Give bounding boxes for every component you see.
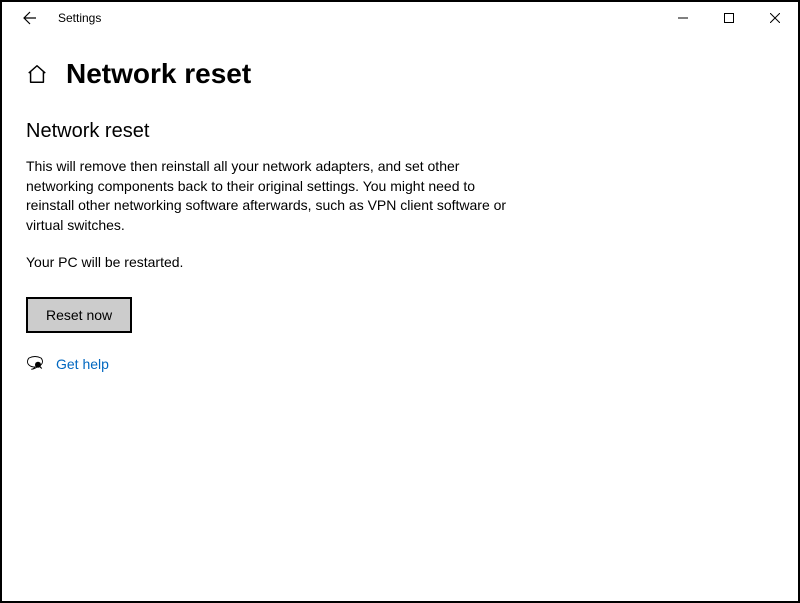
close-icon [770,13,780,23]
close-button[interactable] [752,2,798,34]
restart-note: Your PC will be restarted. [26,253,518,273]
description-text: This will remove then reinstall all your… [26,157,518,235]
titlebar: Settings [2,2,798,34]
help-row: Get help [26,355,518,373]
back-button[interactable] [10,2,50,34]
page-header: Network reset [2,34,798,102]
section-heading: Network reset [26,120,518,143]
page-title: Network reset [66,58,251,90]
maximize-button[interactable] [706,2,752,34]
get-help-link[interactable]: Get help [56,356,109,372]
content-area: Network reset This will remove then rein… [2,102,542,373]
minimize-button[interactable] [660,2,706,34]
arrow-left-icon [22,10,38,26]
maximize-icon [724,13,734,23]
home-icon[interactable] [26,63,48,85]
window-title: Settings [58,11,101,25]
get-help-icon [26,355,44,373]
window-controls [660,2,798,34]
reset-now-button[interactable]: Reset now [26,297,132,333]
minimize-icon [678,13,688,23]
